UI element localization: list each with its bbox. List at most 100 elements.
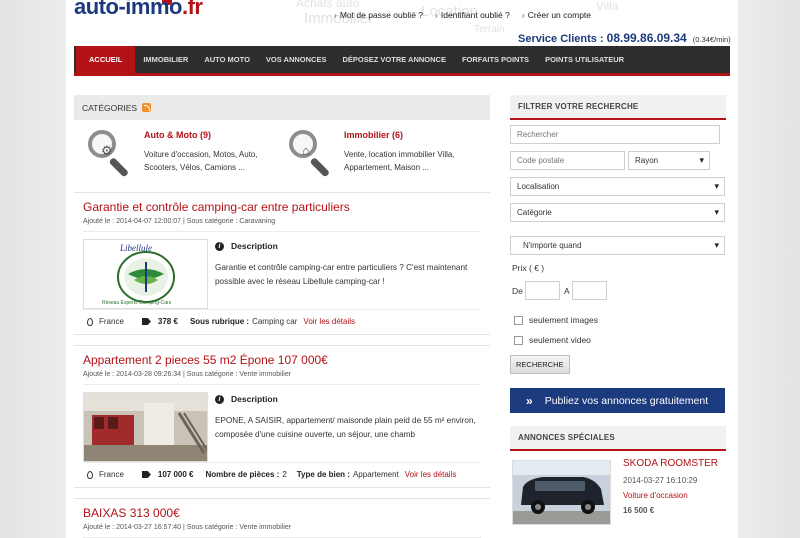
checkbox-label: seulement video	[529, 335, 591, 345]
filter-header: FILTRER VOTRE RECHERCHE	[510, 95, 726, 120]
category-immobilier-desc: Vente, location immobilier Villa, Appart…	[344, 150, 455, 172]
price-label: Prix ( € )	[512, 263, 545, 273]
date-value: N'importe quand	[523, 241, 582, 250]
listing-divider	[83, 231, 481, 232]
listing-divider	[83, 384, 481, 385]
categories-header: CATÉGORIES	[74, 95, 490, 120]
images-only-checkbox[interactable]: seulement images	[514, 315, 598, 325]
radius-select[interactable]: Rayon	[628, 151, 710, 170]
logo-text: auto-immo	[74, 0, 182, 19]
info-icon: i	[215, 394, 224, 404]
double-arrow-icon: »	[526, 393, 533, 408]
description-heading: i Description	[215, 241, 278, 251]
apartment-photo	[84, 393, 207, 461]
radius-value: Rayon	[635, 156, 659, 165]
logo-tld: .fr	[181, 0, 203, 19]
sidebar: FILTRER VOTRE RECHERCHE Rayon Localisati…	[510, 95, 726, 525]
publish-ads-button[interactable]: » Publiez vos annonces gratuitement	[510, 388, 725, 413]
location-pin-icon	[87, 317, 93, 326]
description-label: Description	[231, 241, 278, 251]
listing-card: Appartement 2 pieces 55 m2 Épone 107 000…	[74, 345, 490, 488]
listing-meta: Ajouté le : 2014-03-28 09:26:34 | Sous c…	[83, 371, 292, 378]
service-phone: 08.99.86.09.34	[606, 31, 687, 45]
listing-price: 107 000 €	[157, 470, 194, 479]
field-label: Sous rubrique :	[189, 317, 250, 326]
view-details-link[interactable]: Voir les détails	[303, 317, 355, 326]
listing-title-link[interactable]: Appartement 2 pieces 55 m2 Épone 107 000…	[83, 353, 328, 367]
category-auto-moto-link[interactable]: Auto & Moto (9)	[144, 130, 211, 140]
price-to-input[interactable]	[572, 281, 607, 300]
car-photo	[513, 461, 610, 524]
site-logo[interactable]: auto-immo.fr	[74, 0, 203, 20]
nav-points-utilisateur[interactable]: POINTS UTILISATEUR	[537, 46, 632, 73]
listing-price: 378 €	[157, 317, 178, 326]
checkbox-box[interactable]	[514, 335, 523, 345]
auto-moto-search-icon[interactable]: ⚙	[86, 128, 136, 178]
price-tag-icon	[141, 471, 151, 478]
main-nav: ACCUEIL IMMOBILIER AUTO MOTO VOS ANNONCE…	[74, 46, 730, 76]
nav-auto-moto[interactable]: AUTO MOTO	[196, 46, 258, 73]
nav-immobilier[interactable]: IMMOBILIER	[135, 46, 196, 73]
price-from-label: De	[512, 286, 523, 296]
main-content: CATÉGORIES ⚙ Auto & Moto (9) Voiture d'o…	[74, 95, 490, 538]
search-button[interactable]: RECHERCHE	[510, 355, 570, 374]
nav-forfaits-points[interactable]: FORFAITS POINTS	[454, 46, 537, 73]
service-price: (0.34€/min)	[692, 35, 731, 44]
description-heading: i Description	[215, 394, 278, 404]
forgot-username-link[interactable]: Identifiant oublié ?	[435, 10, 510, 20]
listing-thumbnail[interactable]: Libellule Réseau Experts Camping-Cars	[83, 239, 208, 309]
special-ad-category[interactable]: Voiture d'occasion	[623, 491, 688, 500]
location-select[interactable]: Localisation	[510, 177, 725, 196]
search-input[interactable]	[510, 125, 720, 144]
category-immobilier-link[interactable]: Immobilier (6)	[344, 130, 403, 140]
video-only-checkbox[interactable]: seulement video	[514, 335, 591, 345]
listing-description: EPONE, A SAISIR, appartement/ maisonde p…	[215, 416, 476, 439]
immobilier-search-icon[interactable]: ⌂	[287, 128, 337, 178]
special-ad-photo[interactable]	[512, 460, 611, 525]
thumbnail-logo-text: Libellule	[120, 243, 152, 253]
special-ads-section: ANNONCES SPÉCIALES SKODA ROOMSTER 2014-0…	[510, 426, 726, 525]
category-value: Catégorie	[517, 208, 552, 217]
ghost-word: Terrain	[474, 24, 505, 35]
field-value: Appartement	[352, 470, 399, 479]
rss-icon[interactable]	[142, 103, 152, 112]
nav-accueil[interactable]: ACCUEIL	[76, 46, 136, 73]
special-ads-header: ANNONCES SPÉCIALES	[510, 426, 726, 451]
special-ad-title-link[interactable]: SKODA ROOMSTER	[623, 458, 718, 469]
price-from-input[interactable]	[525, 281, 560, 300]
nav-vos-annonces[interactable]: VOS ANNONCES	[258, 46, 335, 73]
listing-title-link[interactable]: Garantie et contrôle camping-car entre p…	[83, 200, 350, 214]
field-value: 2	[282, 470, 287, 479]
field-label: Type de bien :	[296, 470, 350, 479]
categories-grid: ⚙ Auto & Moto (9) Voiture d'occasion, Mo…	[74, 120, 490, 180]
forgot-password-link[interactable]: Mot de passe oublié ?	[334, 10, 423, 20]
listing-description: Garantie et contrôle camping-car entre p…	[215, 263, 468, 286]
nav-deposez-annonce[interactable]: DÉPOSEZ VOTRE ANNONCE	[334, 46, 453, 73]
page-background-left	[0, 0, 66, 538]
ghost-word: Achats auto	[296, 0, 360, 10]
field-label: Nombre de pièces :	[205, 470, 280, 479]
location-pin-icon	[87, 470, 93, 479]
date-select[interactable]: N'importe quand	[510, 236, 725, 255]
publish-label: Publiez vos annonces gratuitement	[544, 394, 709, 407]
price-to-label: A	[564, 286, 570, 296]
view-details-link[interactable]: Voir les détails	[405, 470, 457, 479]
listing-divider	[83, 462, 481, 463]
listing-meta: Ajouté le : 2014-04-07 12:00:07 | Sous c…	[83, 218, 276, 225]
listing-thumbnail[interactable]	[83, 392, 208, 462]
info-icon: i	[215, 241, 224, 251]
listing-title-link[interactable]: BAIXAS 313 000€	[83, 506, 180, 520]
checkbox-label: seulement images	[529, 315, 598, 325]
checkbox-box[interactable]	[514, 315, 523, 325]
category-select[interactable]: Catégorie	[510, 203, 725, 222]
ghost-word: Villa	[596, 0, 619, 13]
category-auto-moto-desc: Voiture d'occasion, Motos, Auto, Scooter…	[144, 150, 258, 172]
page: Achats auto Location Villa Immobilier Te…	[66, 0, 738, 538]
special-ad-price: 16 500 €	[623, 506, 655, 515]
create-account-link[interactable]: Créer un compte	[522, 10, 591, 20]
postcode-input[interactable]	[510, 151, 625, 170]
special-ad-date: 2014-03-27 16:10:29	[623, 476, 698, 485]
description-label: Description	[231, 394, 278, 404]
location-value: Localisation	[517, 182, 560, 191]
field-value: Camping car	[252, 317, 298, 326]
